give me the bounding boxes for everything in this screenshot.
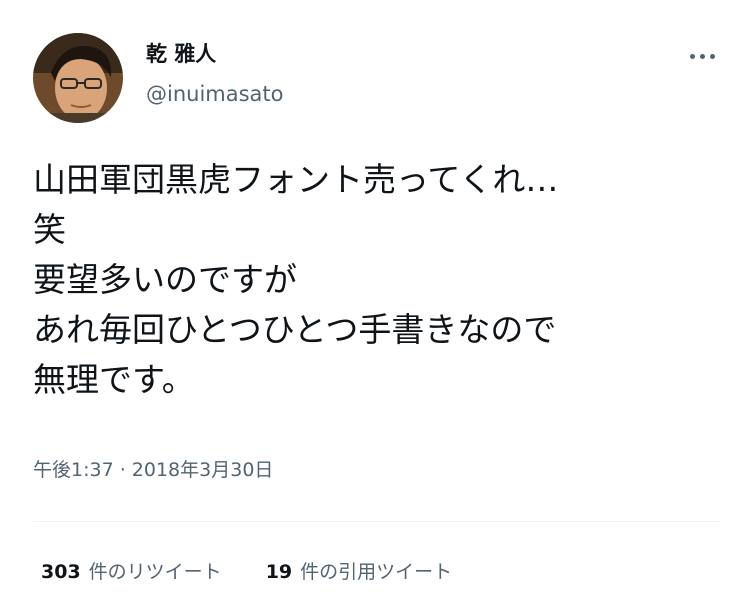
tweet-card: 乾 雅人 @inuimasato 山田軍団黒虎フォント売ってくれ… 笑 要望多い…	[0, 0, 750, 613]
tweet-text: 山田軍団黒虎フォント売ってくれ… 笑 要望多いのですが あれ毎回ひとつひとつ手書…	[33, 155, 713, 405]
quotes-stat[interactable]: 19 件の引用ツイート	[266, 558, 452, 586]
divider	[33, 521, 720, 522]
more-horizontal-icon	[687, 53, 717, 59]
retweet-count: 303	[41, 561, 81, 583]
display-name[interactable]: 乾 雅人	[146, 40, 216, 68]
tweet-text-line: あれ毎回ひとつひとつ手書きなので	[33, 310, 557, 349]
tweet-text-line: 無理です。	[33, 360, 195, 399]
user-handle[interactable]: @inuimasato	[146, 80, 284, 108]
avatar-photo	[33, 33, 123, 123]
avatar[interactable]	[33, 33, 123, 123]
quote-label: 件の引用ツイート	[300, 561, 453, 583]
more-options-button[interactable]	[682, 40, 722, 72]
tweet-timestamp[interactable]: 午後1:37 · 2018年3月30日	[33, 456, 273, 484]
retweet-label: 件のリツイート	[88, 561, 222, 583]
tweet-text-line: 山田軍団黒虎フォント売ってくれ…	[33, 160, 559, 199]
tweet-text-line: 笑	[33, 210, 66, 249]
tweet-text-line: 要望多いのですが	[33, 260, 297, 299]
quote-count: 19	[265, 561, 293, 583]
tweet-stats: 303 件のリツイート 19 件の引用ツイート	[41, 558, 452, 586]
retweets-stat[interactable]: 303 件のリツイート	[41, 558, 222, 586]
